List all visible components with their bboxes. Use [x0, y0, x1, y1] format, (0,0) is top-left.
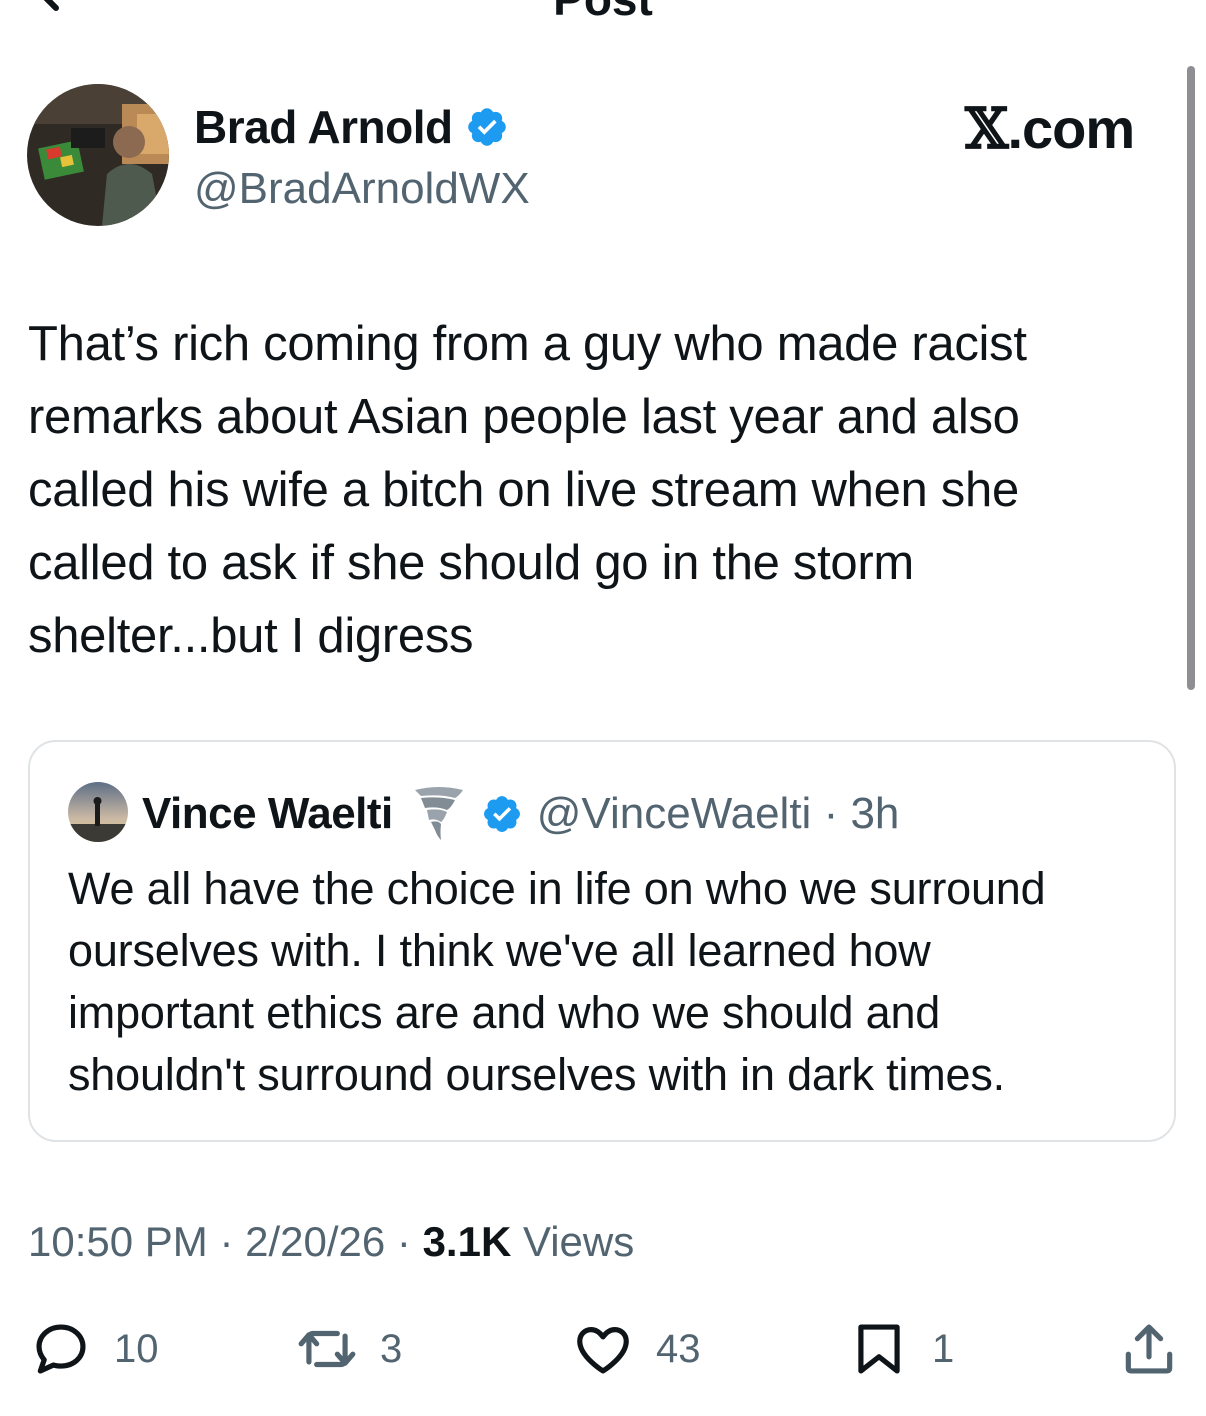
bookmark-count: 1: [932, 1326, 955, 1371]
post-text-line: called his wife a bitch on live stream w…: [28, 463, 1019, 517]
scrollbar[interactable]: [1187, 66, 1195, 690]
quote-handle-text: @VinceWaelti: [536, 789, 812, 838]
post-text-line: called to ask if she should go in the st…: [28, 536, 914, 590]
quote-time: 3h: [850, 789, 900, 838]
post-time: 10:50 PM: [28, 1218, 208, 1265]
x-logo-icon: 𝕏: [965, 96, 1008, 162]
author-avatar[interactable]: [27, 84, 169, 226]
like-button[interactable]: 43: [572, 1318, 701, 1380]
quote-separator: ·: [823, 789, 839, 838]
author-handle[interactable]: @BradArnoldWX: [194, 164, 530, 214]
post-text-line: remarks about Asian people last year and…: [28, 390, 1020, 444]
repost-button[interactable]: 3: [296, 1318, 402, 1380]
views-count: 3.1K: [422, 1218, 512, 1265]
quote-author-name[interactable]: Vince Waelti: [142, 789, 393, 839]
post-meta: 10:50 PM · 2/20/26 · 3.1K Views: [28, 1218, 634, 1266]
quote-author-avatar[interactable]: [68, 782, 128, 842]
reply-button[interactable]: 10: [30, 1318, 159, 1380]
post-text: That’s rich coming from a guy who made r…: [28, 308, 1178, 673]
share-button[interactable]: [1118, 1318, 1180, 1380]
bookmark-icon: [858, 1324, 900, 1374]
post-date: 2/20/26: [245, 1218, 386, 1265]
author-name-row[interactable]: Brad Arnold: [194, 100, 509, 154]
quote-author-handle[interactable]: @VinceWaelti · 3h: [537, 789, 900, 839]
repost-count: 3: [380, 1326, 403, 1371]
quote-text: We all have the choice in life on who we…: [68, 858, 1148, 1106]
quote-text-line: shouldn't surround ourselves with in dar…: [68, 1049, 1005, 1100]
meta-separator: ·: [385, 1218, 423, 1265]
like-count: 43: [656, 1326, 701, 1371]
views-label: Views: [511, 1218, 635, 1265]
quote-text-line: ourselves with. I think we've all learne…: [68, 925, 931, 976]
watermark-suffix: .com: [1007, 97, 1135, 160]
post-text-line: That’s rich coming from a guy who made r…: [28, 317, 1027, 371]
meta-separator: ·: [207, 1218, 246, 1265]
x-com-watermark: 𝕏.com: [965, 96, 1135, 162]
verified-badge-icon: [467, 108, 506, 146]
more-options-icon[interactable]: [1088, 0, 1158, 6]
quote-text-line: We all have the choice in life on who we…: [68, 863, 1046, 914]
heart-icon: [577, 1327, 629, 1374]
tornado-icon: [414, 787, 463, 840]
post-text-line: shelter...but I digress: [28, 609, 474, 663]
verified-badge-icon: [483, 796, 520, 832]
reply-count: 10: [114, 1326, 159, 1371]
quote-header[interactable]: Vince Waelti @VinceWaelti · 3h: [142, 784, 899, 844]
bookmark-button[interactable]: 1: [848, 1318, 954, 1380]
quote-text-line: important ethics are and who we should a…: [68, 987, 941, 1038]
page-title: Post: [0, 0, 1206, 26]
share-icon: [1125, 1324, 1173, 1374]
author-display-name[interactable]: Brad Arnold: [194, 100, 453, 154]
repost-icon: [298, 1330, 356, 1368]
reply-icon: [36, 1324, 86, 1374]
